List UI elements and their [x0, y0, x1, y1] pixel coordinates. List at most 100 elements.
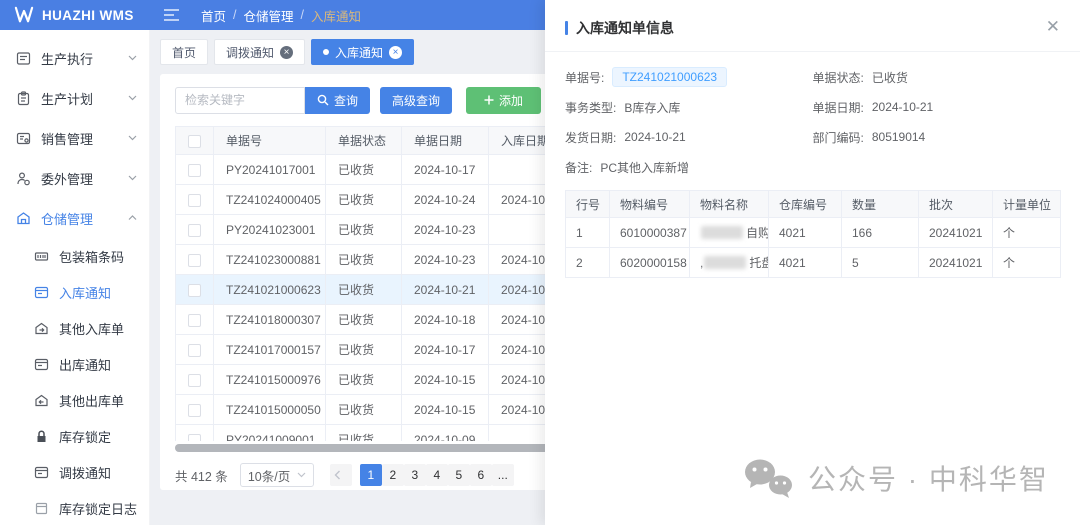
line-no-cell: 2	[566, 248, 610, 278]
column-header-order-no: 单据号	[214, 127, 326, 155]
order-no-link[interactable]: PY20241023001	[214, 215, 326, 245]
sidebar-item-inbound-notice[interactable]: 入库通知	[0, 274, 149, 310]
page-size-select[interactable]: 10条/页	[240, 463, 314, 487]
status-cell: 已收货	[326, 395, 402, 425]
doc-date-cell: 2024-10-15	[402, 365, 489, 395]
breadcrumb: 首页 / 仓储管理 / 入库通知	[201, 6, 361, 25]
sidebar-item-label: 入库通知	[59, 283, 111, 302]
field-label: 发货日期:	[565, 129, 616, 146]
page-button[interactable]: 4	[426, 464, 448, 486]
page-button[interactable]: 2	[382, 464, 404, 486]
sidebar-item-stock-lock[interactable]: 库存锁定	[0, 418, 149, 454]
row-checkbox-cell	[176, 365, 214, 395]
sidebar-item-warehouse-mgmt[interactable]: 仓储管理	[0, 198, 149, 238]
order-no-chip[interactable]: TZ241021000623	[612, 67, 727, 87]
order-no-link[interactable]: TZ241015000976	[214, 365, 326, 395]
status-cell: 已收货	[326, 365, 402, 395]
sidebar-item-packing-barcode[interactable]: 包装箱条码	[0, 238, 149, 274]
column-header-status: 单据状态	[326, 127, 402, 155]
column-header-doc-date: 单据日期	[402, 127, 489, 155]
tab-home[interactable]: 首页	[160, 39, 208, 65]
add-button[interactable]: 添加	[466, 87, 541, 114]
order-no-link[interactable]: PY20241017001	[214, 155, 326, 185]
page-size-value: 10条/页	[248, 466, 290, 485]
chevron-up-icon	[128, 215, 137, 221]
order-no-link[interactable]: PY20241009001	[214, 425, 326, 442]
row-checkbox-cell	[176, 305, 214, 335]
log-icon	[34, 501, 49, 516]
order-no-link[interactable]: TZ241023000881	[214, 245, 326, 275]
sidebar-item-stock-lock-log[interactable]: 库存锁定日志	[0, 490, 149, 525]
sidebar-item-production-plan[interactable]: 生产计划	[0, 78, 149, 118]
select-all-checkbox[interactable]	[188, 135, 201, 148]
sidebar-item-transfer-notice[interactable]: 调拨通知	[0, 454, 149, 490]
prev-page-button[interactable]	[330, 464, 352, 486]
row-checkbox[interactable]	[188, 404, 201, 417]
row-checkbox-cell	[176, 395, 214, 425]
close-icon[interactable]: ×	[280, 46, 293, 59]
doc-date-cell: 2024-10-23	[402, 215, 489, 245]
close-icon[interactable]: ×	[389, 46, 402, 59]
order-no-link[interactable]: TZ241017000157	[214, 335, 326, 365]
sidebar-item-label: 销售管理	[41, 129, 93, 148]
sidebar-item-production-exec[interactable]: 生产执行	[0, 38, 149, 78]
field-value: 已收货	[872, 69, 908, 86]
breadcrumb-home[interactable]: 首页	[201, 6, 226, 25]
material-no-cell: 6010000387	[610, 218, 690, 248]
sidebar-item-other-outbound[interactable]: 其他出库单	[0, 382, 149, 418]
page-button[interactable]: ...	[492, 464, 514, 486]
advanced-query-button[interactable]: 高级查询	[380, 87, 452, 114]
sidebar-item-sales-mgmt[interactable]: 销售管理	[0, 118, 149, 158]
breadcrumb-separator: /	[233, 8, 236, 22]
tab-transfer-notice[interactable]: 调拨通知 ×	[214, 39, 305, 65]
row-checkbox[interactable]	[188, 224, 201, 237]
row-checkbox[interactable]	[188, 434, 201, 441]
logo-w-icon	[13, 6, 35, 24]
close-icon[interactable]: ✕	[1046, 18, 1060, 35]
row-checkbox[interactable]	[188, 164, 201, 177]
sidebar-item-other-inbound[interactable]: 其他入库单	[0, 310, 149, 346]
sidebar-item-outsourcing-mgmt[interactable]: 委外管理	[0, 158, 149, 198]
censored-text	[701, 226, 743, 239]
breadcrumb-warehouse[interactable]: 仓储管理	[244, 6, 294, 25]
doc-date-cell: 2024-10-24	[402, 185, 489, 215]
search-input[interactable]	[175, 87, 305, 114]
order-no-link[interactable]: TZ241015000050	[214, 395, 326, 425]
material-name-text: 自购/...	[746, 226, 769, 240]
sidebar-item-label: 生产执行	[41, 49, 93, 68]
column-header-batch: 批次	[919, 191, 993, 218]
row-checkbox[interactable]	[188, 344, 201, 357]
query-button-label: 查询	[334, 92, 358, 109]
doc-date-cell: 2024-10-09	[402, 425, 489, 442]
watermark: 公众号 · 中科华智	[743, 457, 1049, 499]
material-no-cell: 6020000158	[610, 248, 690, 278]
document-icon	[16, 51, 31, 66]
page-button[interactable]: 3	[404, 464, 426, 486]
status-cell: 已收货	[326, 155, 402, 185]
row-checkbox[interactable]	[188, 374, 201, 387]
field-value: 2024-10-21	[624, 130, 685, 144]
status-cell: 已收货	[326, 335, 402, 365]
order-no-link[interactable]: TZ241018000307	[214, 305, 326, 335]
chevron-left-icon	[334, 470, 341, 480]
menu-collapse-icon[interactable]	[164, 9, 179, 21]
notice-doc-icon	[34, 357, 49, 372]
row-checkbox[interactable]	[188, 314, 201, 327]
doc-date-cell: 2024-10-21	[402, 275, 489, 305]
row-checkbox[interactable]	[188, 254, 201, 267]
order-no-link[interactable]: TZ241021000623	[214, 275, 326, 305]
row-checkbox[interactable]	[188, 194, 201, 207]
page-button[interactable]: 5	[448, 464, 470, 486]
query-button[interactable]: 查询	[305, 87, 370, 114]
order-no-link[interactable]: TZ241024000405	[214, 185, 326, 215]
tab-bar: 首页 调拨通知 × 入库通知 ×	[160, 39, 414, 65]
page-button[interactable]: 6	[470, 464, 492, 486]
page-button[interactable]: 1	[360, 464, 382, 486]
sidebar-item-outbound-notice[interactable]: 出库通知	[0, 346, 149, 382]
total-count: 共 412 条	[175, 466, 228, 485]
title-accent-bar	[565, 21, 568, 35]
row-checkbox[interactable]	[188, 284, 201, 297]
warehouse-cell: 4021	[769, 218, 842, 248]
detail-header-row: 行号 物料编号 物料名称 仓库编号 数量 批次 计量单位	[566, 191, 1061, 218]
tab-inbound-notice[interactable]: 入库通知 ×	[311, 39, 414, 65]
